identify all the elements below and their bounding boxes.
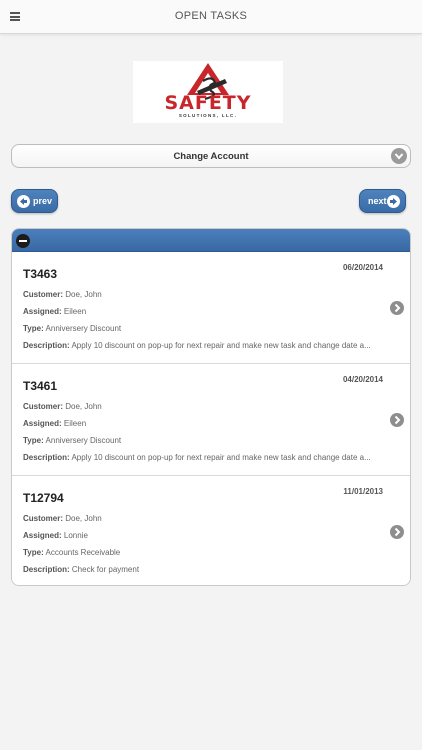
task-assigned: Assigned: Eileen bbox=[23, 307, 87, 316]
logo-wordmark: SAFETY bbox=[164, 92, 252, 114]
arrow-right-icon bbox=[387, 195, 400, 208]
task-id: T3463 bbox=[23, 267, 58, 281]
task-assigned: Assigned: Eileen bbox=[23, 419, 87, 428]
task-id: T3461 bbox=[23, 379, 58, 393]
task-assigned: Assigned: Lonnie bbox=[23, 531, 88, 540]
top-bar: OPEN TASKS bbox=[0, 0, 422, 34]
company-logo: SAFETY SOLUTIONS, LLC. bbox=[133, 61, 283, 123]
task-item[interactable]: T12794 11/01/2013 Customer: Doe, John As… bbox=[12, 476, 410, 585]
collapse-icon[interactable] bbox=[16, 234, 30, 248]
task-customer: Customer: Doe, John bbox=[23, 514, 102, 523]
chevron-right-icon[interactable] bbox=[390, 525, 404, 539]
change-account-select[interactable]: Change Account bbox=[11, 144, 411, 168]
task-description: Description: Apply 10 discount on pop-up… bbox=[23, 453, 371, 462]
task-date: 11/01/2013 bbox=[343, 487, 383, 496]
page-title: OPEN TASKS bbox=[174, 10, 248, 22]
task-type: Type: Anniversery Discount bbox=[23, 436, 122, 445]
task-item[interactable]: T3463 06/20/2014 Customer: Doe, John Ass… bbox=[12, 252, 410, 364]
task-type: Type: Accounts Receivable bbox=[23, 548, 121, 557]
logo-subtitle: SOLUTIONS, LLC. bbox=[178, 113, 238, 118]
prev-button[interactable]: prev bbox=[11, 189, 58, 213]
task-customer: Customer: Doe, John bbox=[23, 290, 102, 299]
task-type: Type: Anniversery Discount bbox=[23, 324, 122, 333]
task-customer: Customer: Doe, John bbox=[23, 402, 102, 411]
arrow-left-icon bbox=[17, 195, 30, 208]
task-date: 04/20/2014 bbox=[342, 375, 383, 384]
task-description: Description: Check for payment bbox=[23, 565, 140, 574]
chevron-right-icon[interactable] bbox=[390, 301, 404, 315]
change-account-label: Change Account bbox=[173, 151, 249, 162]
prev-button-label: prev bbox=[33, 196, 53, 206]
chevron-down-icon bbox=[391, 148, 407, 164]
tasks-panel: T3463 06/20/2014 Customer: Doe, John Ass… bbox=[11, 228, 411, 586]
tasks-panel-header bbox=[12, 229, 410, 252]
task-id: T12794 bbox=[23, 491, 64, 505]
next-button[interactable]: next bbox=[359, 189, 406, 213]
task-description: Description: Apply 10 discount on pop-up… bbox=[23, 341, 371, 350]
chevron-right-icon[interactable] bbox=[390, 413, 404, 427]
task-date: 06/20/2014 bbox=[342, 263, 383, 272]
task-item[interactable]: T3461 04/20/2014 Customer: Doe, John Ass… bbox=[12, 364, 410, 476]
next-button-label: next bbox=[368, 196, 387, 206]
